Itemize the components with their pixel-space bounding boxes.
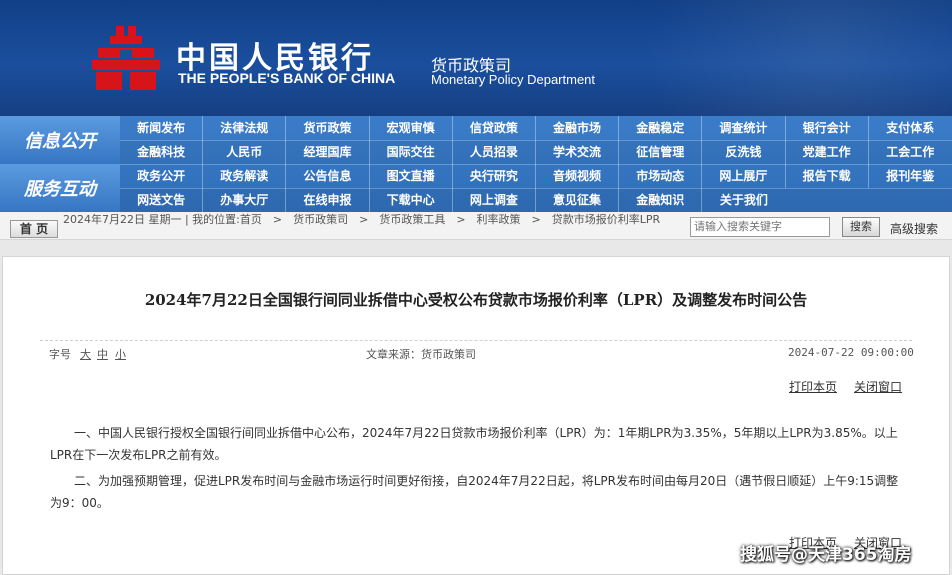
- fontsize-large-link[interactable]: 大: [80, 346, 91, 362]
- nav-item[interactable]: 网上展厅: [702, 164, 786, 188]
- nav-item[interactable]: 经理国库: [286, 140, 370, 164]
- nav-item[interactable]: 报告下载: [786, 164, 869, 188]
- dept-name-en: Monetary Policy Department: [431, 72, 596, 87]
- nav-item[interactable]: 征信管理: [619, 140, 703, 164]
- search-button[interactable]: 搜索: [842, 217, 880, 237]
- article-title: 2024年7月22日全国银行间同业拆借中心受权公布贷款市场报价利率（LPR）及调…: [144, 291, 808, 309]
- bank-name-en: THE PEOPLE'S BANK OF CHINA: [178, 70, 396, 86]
- fontsize-medium-link[interactable]: 中: [97, 346, 108, 362]
- article-paragraph: 一、中国人民银行授权全国银行间同业拆借中心公布，2024年7月22日贷款市场报价…: [50, 426, 898, 462]
- pboc-logo-icon[interactable]: [92, 26, 160, 92]
- home-button[interactable]: 首 页: [10, 220, 58, 238]
- site-header: 中国人民银行 THE PEOPLE'S BANK OF CHINA 货币政策司 …: [0, 0, 952, 116]
- nav-item[interactable]: 网上调查: [453, 188, 536, 212]
- main-nav: 信息公开 服务互动 新闻发布 法律法规 货币政策 宏观审慎 信贷政策 金融市场 金融稳定 调查…: [0, 116, 952, 212]
- header-pattern: [532, 0, 952, 116]
- nav-item[interactable]: 关于我们: [702, 188, 785, 212]
- nav-divider: [120, 188, 952, 189]
- nav-divider: [120, 140, 952, 141]
- nav-item[interactable]: 人员招录: [453, 140, 536, 164]
- nav-item[interactable]: 公告信息: [286, 164, 370, 188]
- nav-item[interactable]: 反洗钱: [702, 140, 786, 164]
- nav-item[interactable]: 工会工作: [869, 140, 952, 164]
- print-link[interactable]: 打印本页: [789, 378, 837, 395]
- nav-item[interactable]: 意见征集: [536, 188, 620, 212]
- article-date: 2024-07-22 09:00:00: [788, 346, 914, 359]
- nav-row: 新闻发布 法律法规 货币政策 宏观审慎 信贷政策 金融市场 金融稳定 调查统计 银行会计 支付体系: [120, 116, 952, 140]
- nav-item[interactable]: 宏观审慎: [370, 116, 453, 140]
- nav-item[interactable]: 报刊年鉴: [869, 164, 952, 188]
- nav-item[interactable]: 支付体系: [869, 116, 952, 140]
- nav-item[interactable]: 法律法规: [203, 116, 287, 140]
- nav-divider: [120, 164, 952, 165]
- nav-item[interactable]: 人民币: [203, 140, 287, 164]
- nav-item[interactable]: 政务解读: [203, 164, 287, 188]
- fontsize-label: 字号: [49, 348, 71, 361]
- nav-item[interactable]: 调查统计: [702, 116, 786, 140]
- nav-item[interactable]: 信贷政策: [453, 116, 536, 140]
- nav-row: 政务公开 政务解读 公告信息 图文直播 央行研究 音频视频 市场动态 网上展厅 报告下载 报刊年鉴: [120, 164, 952, 188]
- nav-item[interactable]: 央行研究: [453, 164, 536, 188]
- nav-item[interactable]: 下载中心: [370, 188, 453, 212]
- nav-item[interactable]: 银行会计: [786, 116, 869, 140]
- nav-item[interactable]: 党建工作: [786, 140, 869, 164]
- nav-item[interactable]: 金融科技: [120, 140, 204, 164]
- nav-item[interactable]: 市场动态: [619, 164, 703, 188]
- nav-item[interactable]: 政务公开: [120, 164, 204, 188]
- nav-item[interactable]: 网送文告: [120, 188, 204, 212]
- nav-section-service[interactable]: 服务互动: [0, 164, 120, 212]
- fontsize-small-link[interactable]: 小: [115, 346, 126, 362]
- search-input[interactable]: [690, 217, 830, 237]
- nav-item[interactable]: 新闻发布: [120, 116, 204, 140]
- article-paragraph: 二、为加强预期管理，促进LPR发布时间与金融市场运行时间更好衔接，自2024年7…: [50, 474, 899, 510]
- nav-item[interactable]: 金融稳定: [619, 116, 703, 140]
- nav-item[interactable]: 金融市场: [536, 116, 620, 140]
- close-window-link[interactable]: 关闭窗口: [854, 378, 902, 395]
- nav-section-info[interactable]: 信息公开: [0, 116, 120, 164]
- nav-item[interactable]: 音频视频: [536, 164, 620, 188]
- nav-item[interactable]: 图文直播: [370, 164, 453, 188]
- article-source: 文章来源：货币政策司: [366, 348, 476, 361]
- nav-item[interactable]: 国际交往: [370, 140, 453, 164]
- nav-row: 金融科技 人民币 经理国库 国际交往 人员招录 学术交流 征信管理 反洗钱 党建工作 工会工作: [120, 140, 952, 164]
- article-body: 一、中国人民银行授权全国银行间同业拆借中心公布，2024年7月22日贷款市场报价…: [50, 422, 906, 518]
- nav-item[interactable]: 办事大厅: [203, 188, 287, 212]
- nav-row: 网送文告 办事大厅 在线申报 下载中心 网上调查 意见征集 金融知识 关于我们: [120, 188, 952, 212]
- nav-item[interactable]: 金融知识: [619, 188, 703, 212]
- nav-item[interactable]: 货币政策: [286, 116, 370, 140]
- breadcrumb: 2024年7月22日 星期一 | 我的位置:首页 > 货币政策司 > 货币政策工…: [63, 213, 661, 226]
- meta-divider: [40, 340, 912, 341]
- nav-item[interactable]: 学术交流: [536, 140, 620, 164]
- advanced-search-link[interactable]: 高级搜索: [890, 220, 938, 237]
- watermark: 搜狐号@天津365淘房: [740, 545, 912, 565]
- nav-item[interactable]: 在线申报: [286, 188, 370, 212]
